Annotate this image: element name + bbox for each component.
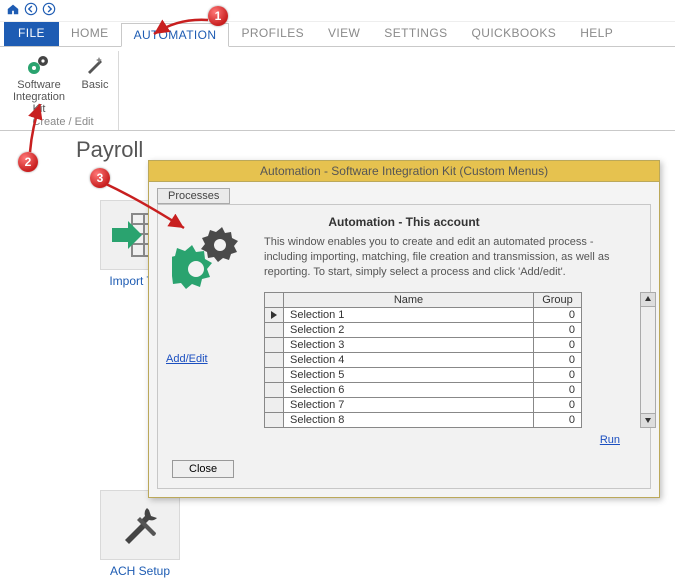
- callout-1: 1: [208, 6, 228, 26]
- tab-home[interactable]: HOME: [59, 22, 121, 46]
- ribbon-item-label: Software Integration Kit: [12, 79, 66, 115]
- table-row[interactable]: Selection 1 0: [265, 307, 582, 322]
- cell-group: 0: [534, 337, 582, 352]
- cell-name: Selection 3: [284, 337, 534, 352]
- callout-2: 2: [18, 152, 38, 172]
- tab-profiles[interactable]: PROFILES: [229, 22, 316, 46]
- dialog-body: Automation - This account This window en…: [157, 204, 651, 489]
- forward-icon[interactable]: [42, 2, 56, 19]
- tab-view[interactable]: VIEW: [316, 22, 372, 46]
- row-marker-icon: [265, 307, 284, 322]
- ribbon-item-basic[interactable]: Basic: [76, 51, 114, 115]
- add-edit-link[interactable]: Add/Edit: [166, 353, 208, 365]
- col-group[interactable]: Group: [534, 292, 582, 307]
- tile-ach-setup[interactable]: ACH Setup: [90, 490, 190, 578]
- ribbon-item-label: Basic: [76, 79, 114, 91]
- table-row[interactable]: Selection 7 0: [265, 397, 582, 412]
- home-icon[interactable]: [6, 2, 20, 19]
- cell-group: 0: [534, 367, 582, 382]
- vertical-scrollbar[interactable]: [640, 292, 656, 428]
- tab-settings[interactable]: SETTINGS: [372, 22, 459, 46]
- tile-label: ACH Setup: [90, 564, 190, 578]
- dialog-title: Automation - Software Integration Kit (C…: [149, 161, 659, 182]
- close-button[interactable]: Close: [172, 460, 234, 478]
- tab-file[interactable]: FILE: [4, 22, 59, 46]
- tab-automation[interactable]: AUTOMATION: [121, 23, 230, 47]
- scroll-up-icon[interactable]: [641, 293, 655, 307]
- cell-name: Selection 4: [284, 352, 534, 367]
- automation-dialog: Automation - Software Integration Kit (C…: [148, 160, 660, 498]
- table-row[interactable]: Selection 4 0: [265, 352, 582, 367]
- table-row[interactable]: Selection 8 0: [265, 412, 582, 427]
- table-header-row: Name Group: [265, 292, 582, 307]
- ribbon-group-create-edit: Software Integration Kit Basic Create / …: [8, 51, 119, 130]
- run-link[interactable]: Run: [600, 434, 620, 446]
- row-marker-header: [265, 292, 284, 307]
- wand-icon: [76, 51, 114, 79]
- cell-name: Selection 7: [284, 397, 534, 412]
- window-quickbar: [0, 0, 675, 22]
- dialog-description: This window enables you to create and ed…: [264, 235, 638, 280]
- table-row[interactable]: Selection 3 0: [265, 337, 582, 352]
- tools-icon: [100, 490, 180, 560]
- table-row[interactable]: Selection 6 0: [265, 382, 582, 397]
- cell-name: Selection 6: [284, 382, 534, 397]
- cell-name: Selection 1: [284, 307, 534, 322]
- scroll-down-icon[interactable]: [641, 413, 655, 427]
- cell-group: 0: [534, 352, 582, 367]
- process-table[interactable]: Name Group Selection 1 0 Selection 2 0 S…: [264, 292, 582, 428]
- cell-name: Selection 5: [284, 367, 534, 382]
- dialog-tab-processes[interactable]: Processes: [157, 188, 230, 204]
- process-table-wrap: Name Group Selection 1 0 Selection 2 0 S…: [264, 292, 638, 428]
- gears-icon: [12, 51, 66, 79]
- ribbon-tabs: FILE HOME AUTOMATION PROFILES VIEW SETTI…: [0, 22, 675, 46]
- cell-group: 0: [534, 322, 582, 337]
- tab-help[interactable]: HELP: [568, 22, 625, 46]
- cell-group: 0: [534, 382, 582, 397]
- ribbon-body: Software Integration Kit Basic Create / …: [0, 46, 675, 131]
- cell-group: 0: [534, 397, 582, 412]
- callout-3: 3: [90, 168, 110, 188]
- back-icon[interactable]: [24, 2, 38, 19]
- ribbon-item-sik[interactable]: Software Integration Kit: [12, 51, 66, 115]
- table-row[interactable]: Selection 5 0: [265, 367, 582, 382]
- cell-group: 0: [534, 307, 582, 322]
- cell-name: Selection 2: [284, 322, 534, 337]
- table-row[interactable]: Selection 2 0: [265, 322, 582, 337]
- gears-icon: [172, 221, 250, 294]
- cell-group: 0: [534, 412, 582, 427]
- ribbon-group-caption: Create / Edit: [12, 116, 114, 128]
- cell-name: Selection 8: [284, 412, 534, 427]
- col-name[interactable]: Name: [284, 292, 534, 307]
- tab-quickbooks[interactable]: QUICKBOOKS: [460, 22, 569, 46]
